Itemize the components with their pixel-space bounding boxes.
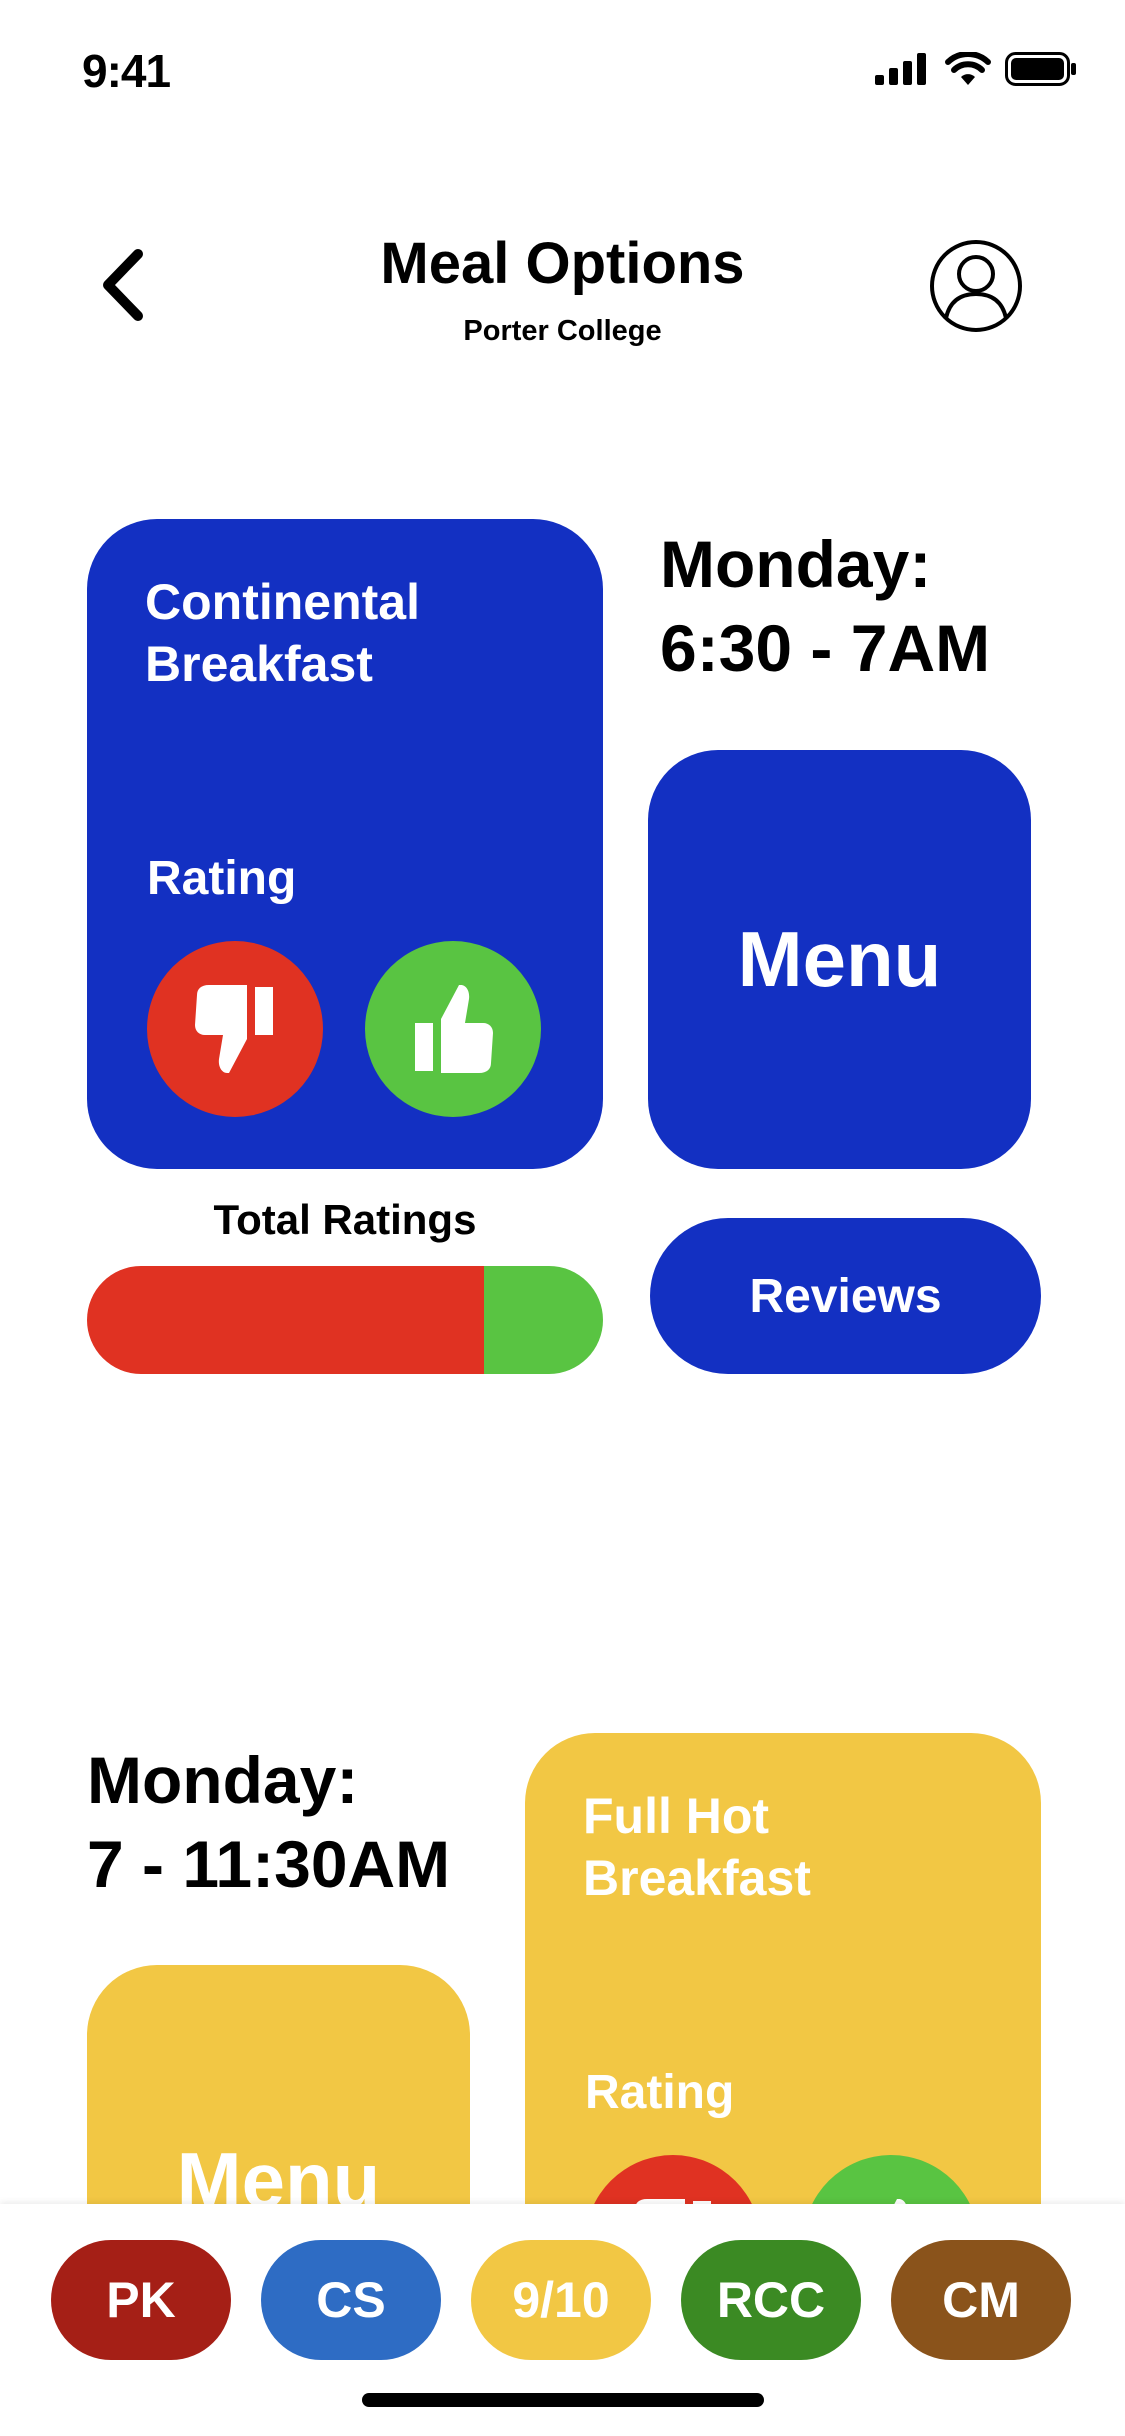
signal-icon [875, 53, 926, 85]
meal-time-hot: Monday: 7 - 11:30AM [87, 1738, 450, 1906]
battery-icon [1005, 52, 1076, 86]
nav-pill-rcc[interactable]: RCC [681, 2240, 861, 2360]
meal-name: Full Hot Breakfast [583, 1788, 811, 1906]
rating-label: Rating [147, 852, 297, 905]
status-icons [875, 52, 1077, 86]
meal-day: Monday: [660, 527, 932, 601]
nav-pill-cm[interactable]: CM [891, 2240, 1071, 2360]
thumbs-down-button[interactable] [147, 941, 323, 1117]
meal-time-continental: Monday: 6:30 - 7AM [660, 522, 990, 690]
nav-pill-9-10[interactable]: 9/10 [471, 2240, 651, 2360]
menu-button-continental[interactable]: Menu [648, 750, 1031, 1169]
nav-pill-pk[interactable]: PK [51, 2240, 231, 2360]
status-time: 9:41 [82, 45, 171, 97]
wifi-icon [945, 52, 991, 85]
meal-day: Monday: [87, 1743, 359, 1817]
total-ratings-bar [87, 1266, 603, 1374]
profile-icon [930, 240, 1022, 332]
ratings-bar-likes [484, 1266, 603, 1374]
thumbs-down-icon [195, 985, 273, 1073]
nav-pill-cs[interactable]: CS [261, 2240, 441, 2360]
meal-card-continental: Continental Breakfast Rating [87, 519, 603, 1169]
ratings-bar-dislikes [87, 1266, 485, 1374]
meal-hours: 6:30 - 7AM [660, 611, 991, 685]
rating-label: Rating [585, 2066, 735, 2119]
meal-hours: 7 - 11:30AM [87, 1827, 451, 1901]
thumbs-up-button[interactable] [365, 941, 541, 1117]
thumbs-up-icon [415, 985, 493, 1073]
total-ratings-label: Total Ratings [213, 1196, 477, 1243]
meal-name: Continental Breakfast [145, 574, 420, 692]
profile-button[interactable] [928, 238, 1024, 334]
reviews-button[interactable]: Reviews [650, 1218, 1041, 1374]
home-indicator [362, 2393, 764, 2407]
